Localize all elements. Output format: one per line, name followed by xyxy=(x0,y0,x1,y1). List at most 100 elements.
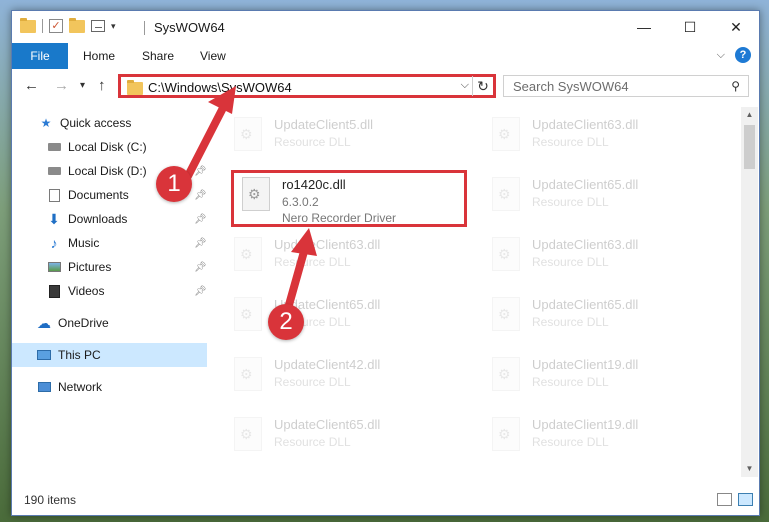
minimize-button[interactable]: — xyxy=(621,11,667,43)
ribbon-controls: ⌵ ? xyxy=(717,47,751,63)
sidebar-item-pictures[interactable]: Pictures 📌︎ xyxy=(12,255,207,279)
tab-share[interactable]: Share xyxy=(142,43,174,69)
maximize-button[interactable]: ☐ xyxy=(667,11,713,43)
pin-icon[interactable]: 📌︎ xyxy=(194,190,207,201)
recent-locations-button[interactable]: ▾ xyxy=(80,80,85,91)
search-input[interactable]: Search SysWOW64 ⚲ xyxy=(503,75,749,97)
list-item[interactable]: UpdateClient42.dll Resource DLL xyxy=(224,353,454,403)
pin-icon[interactable]: 📌︎ xyxy=(194,238,207,249)
details-view-icon[interactable] xyxy=(717,493,732,506)
pictures-icon xyxy=(46,260,62,274)
file-type: Resource DLL xyxy=(274,135,351,149)
dll-file-icon xyxy=(492,117,520,151)
large-icons-view-icon[interactable] xyxy=(738,493,753,506)
close-button[interactable]: ✕ xyxy=(713,11,759,43)
sidebar-item-music[interactable]: ♪ Music 📌︎ xyxy=(12,231,207,255)
sidebar-item-downloads[interactable]: ⬇ Downloads 📌︎ xyxy=(12,207,207,231)
scroll-down-arrow-icon[interactable]: ▼ xyxy=(741,461,758,477)
scrollbar-thumb[interactable] xyxy=(744,125,755,169)
file-type: Resource DLL xyxy=(274,435,351,449)
list-item[interactable]: UpdateClient63.dll Resource DLL xyxy=(482,113,712,163)
tab-home[interactable]: Home xyxy=(83,43,115,69)
drive-icon xyxy=(46,140,62,154)
file-name: UpdateClient63.dll xyxy=(532,117,639,132)
address-bar[interactable]: C:\Windows\SysWOW64 ⌵ ↻ xyxy=(118,74,496,98)
up-button[interactable]: ↑ xyxy=(98,77,106,94)
back-button[interactable]: ← xyxy=(24,77,39,94)
step-marker-2: 2 xyxy=(268,304,304,340)
properties-check-icon[interactable]: ✓ xyxy=(49,19,63,33)
vertical-scrollbar[interactable]: ▲ ▼ xyxy=(741,107,758,477)
pin-icon[interactable]: 📌︎ xyxy=(194,166,207,177)
file-type: Resource DLL xyxy=(532,255,609,269)
sidebar-item-label: Network xyxy=(58,380,103,394)
sidebar-item-network[interactable]: Network xyxy=(12,375,207,399)
step-marker-1: 1 xyxy=(156,166,192,202)
tab-file[interactable]: File xyxy=(12,43,68,69)
dll-file-icon xyxy=(234,117,262,151)
list-item[interactable]: UpdateClient65.dll Resource DLL xyxy=(482,293,712,343)
sidebar-item-label: Local Disk (C:) xyxy=(68,140,147,154)
sidebar-item-label: OneDrive xyxy=(58,316,109,330)
sidebar-item-label: Downloads xyxy=(68,212,128,226)
sidebar-item-label: Quick access xyxy=(60,116,132,130)
pin-icon[interactable]: 📌︎ xyxy=(194,214,207,225)
tab-view[interactable]: View xyxy=(200,43,226,69)
dll-file-icon xyxy=(234,237,262,271)
file-name: UpdateClient65.dll xyxy=(274,417,381,432)
navigation-pane: ★ Quick access Local Disk (C:) Local Dis… xyxy=(12,107,207,477)
dll-file-icon xyxy=(492,177,520,211)
dll-file-icon xyxy=(492,297,520,331)
forward-button[interactable]: → xyxy=(54,77,69,94)
onedrive-icon: ☁ xyxy=(37,314,51,331)
search-icon[interactable]: ⚲ xyxy=(731,79,740,93)
sidebar-item-quick-access[interactable]: ★ Quick access xyxy=(12,111,207,135)
file-name: UpdateClient19.dll xyxy=(532,357,639,372)
list-item[interactable]: UpdateClient65.dll Resource DLL xyxy=(224,293,454,343)
sidebar-item-this-pc[interactable]: This PC xyxy=(12,343,207,367)
drive-icon xyxy=(46,164,62,178)
sidebar-item-label: Videos xyxy=(68,284,105,298)
pin-icon[interactable]: 📌︎ xyxy=(194,262,207,273)
sidebar-item-label: Local Disk (D:) xyxy=(68,164,147,178)
chevron-down-icon[interactable]: ⌵ xyxy=(717,49,725,62)
refresh-button[interactable]: ↻ xyxy=(472,76,493,96)
ribbon-tabs: File Home Share View ⌵ ? xyxy=(12,43,759,70)
videos-icon xyxy=(46,284,62,298)
sidebar-item-onedrive[interactable]: ☁ OneDrive xyxy=(12,311,207,335)
file-name: UpdateClient65.dll xyxy=(532,177,639,192)
file-name: UpdateClient63.dll xyxy=(274,237,381,252)
list-item[interactable]: UpdateClient19.dll Resource DLL xyxy=(482,353,712,403)
file-type: Resource DLL xyxy=(532,375,609,389)
address-path[interactable]: C:\Windows\SysWOW64 xyxy=(148,80,292,95)
sidebar-item-local-disk-c[interactable]: Local Disk (C:) xyxy=(12,135,207,159)
list-item[interactable]: UpdateClient65.dll Resource DLL xyxy=(482,173,712,223)
new-folder-icon[interactable] xyxy=(69,17,85,33)
list-item[interactable]: UpdateClient65.dll Resource DLL xyxy=(224,413,454,463)
list-item[interactable]: UpdateClient63.dll Resource DLL xyxy=(224,233,454,283)
address-dropdown-icon[interactable]: ⌵ xyxy=(461,79,469,92)
file-name: UpdateClient19.dll xyxy=(532,417,639,432)
sidebar-item-videos[interactable]: Videos 📌︎ xyxy=(12,279,207,303)
help-icon[interactable]: ? xyxy=(735,47,751,63)
sidebar-item-label: Pictures xyxy=(68,260,112,274)
file-type: Resource DLL xyxy=(274,255,351,269)
properties-icon[interactable] xyxy=(91,20,105,32)
file-list: UpdateClient5.dll Resource DLL ro1420c.d… xyxy=(210,107,740,477)
pin-icon[interactable]: 📌︎ xyxy=(194,286,207,297)
list-item[interactable]: UpdateClient63.dll Resource DLL xyxy=(482,233,712,283)
list-item[interactable]: UpdateClient5.dll Resource DLL xyxy=(224,113,454,163)
computer-icon xyxy=(36,348,52,362)
music-icon: ♪ xyxy=(50,235,58,251)
file-name: UpdateClient42.dll xyxy=(274,357,381,372)
dll-file-icon xyxy=(492,417,520,451)
dll-file-icon xyxy=(492,357,520,391)
file-type: Resource DLL xyxy=(532,135,609,149)
file-name: UpdateClient65.dll xyxy=(532,297,639,312)
dll-file-icon xyxy=(234,417,262,451)
list-item[interactable]: UpdateClient19.dll Resource DLL xyxy=(482,413,712,463)
customize-toolbar-chevron-icon[interactable]: ▾ xyxy=(111,21,116,32)
item-count: 190 items xyxy=(24,493,77,507)
scroll-up-arrow-icon[interactable]: ▲ xyxy=(741,107,758,123)
window-title: SysWOW64 xyxy=(154,20,225,35)
